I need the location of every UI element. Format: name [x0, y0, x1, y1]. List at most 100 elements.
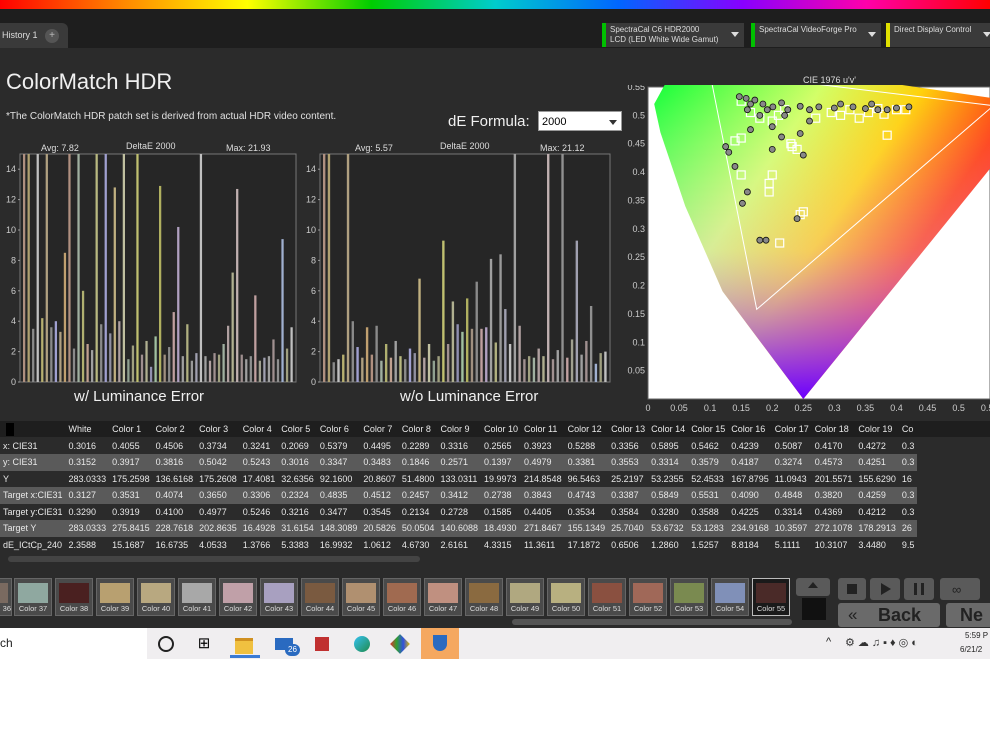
clock-time: 5:59 P: [965, 631, 989, 640]
display-dropdown[interactable]: Direct Display Control: [886, 23, 990, 47]
table-cell: 0.3387: [608, 487, 649, 504]
generator-dropdown[interactable]: SpectraCal VideoForge Pro: [751, 23, 881, 47]
chart2-bar: [523, 359, 526, 382]
chevron-down-icon: [731, 32, 739, 37]
color-swatch[interactable]: Color 38: [55, 578, 93, 616]
color-swatch[interactable]: Color 53: [670, 578, 708, 616]
next-button[interactable]: Ne: [946, 603, 990, 627]
taskbar-search[interactable]: ch: [0, 628, 147, 659]
stop-button[interactable]: [838, 578, 866, 600]
table-cell: 8.8184: [731, 539, 759, 550]
swatch-label: Color 44: [305, 604, 335, 613]
color-swatch[interactable]: Color 37: [14, 578, 52, 616]
tray-chevron-up-icon[interactable]: ^: [826, 636, 831, 648]
table-cell: 0.5243: [239, 454, 279, 471]
chart1-bar: [77, 154, 80, 382]
cie-measured-point: [868, 100, 876, 108]
add-tab-button[interactable]: +: [45, 29, 59, 43]
cie-ytick: 0.55: [627, 85, 645, 92]
chart2-bar: [518, 325, 521, 382]
color-swatch[interactable]: Color 43: [260, 578, 298, 616]
color-swatch[interactable]: Color 40: [137, 578, 175, 616]
color-swatch[interactable]: Color 51: [588, 578, 626, 616]
chart1-bar: [272, 339, 275, 382]
cortana-icon[interactable]: [154, 632, 178, 656]
chart1-bar: [100, 324, 103, 382]
chart2-bar: [599, 353, 602, 382]
table-cell: 0.3: [898, 487, 918, 504]
tray-icons[interactable]: ⚙☁♫▪♦◎◐: [845, 636, 921, 649]
chart1-bar: [136, 154, 139, 382]
patch-note: *The ColorMatch HDR patch set is derived…: [6, 111, 337, 122]
table-row: y: CIE31 0.3152 0.3917 0.3816 0.5042 0.5243 0.…: [0, 454, 918, 471]
chart2-bar: [547, 154, 550, 382]
loop-button[interactable]: ∞: [940, 578, 980, 600]
color-swatch[interactable]: Color 45: [342, 578, 380, 616]
meter-dropdown[interactable]: SpectraCal C6 HDR2000 LCD (LED White Wid…: [602, 23, 744, 47]
edge-icon[interactable]: [350, 632, 374, 656]
table-cell: 0.3274: [771, 454, 812, 471]
color-swatch[interactable]: Color 50: [547, 578, 585, 616]
column-header: Color 7: [363, 424, 393, 435]
table-cell: 0.3584: [611, 506, 639, 517]
table-cell: 0.5895: [651, 440, 679, 451]
file-explorer-icon[interactable]: [232, 632, 256, 656]
table-row: Target y:CIE31 0.3290 0.3919 0.4100 0.4977 0.…: [0, 504, 917, 521]
table-cell: Target x:CIE31: [0, 487, 66, 504]
chart1-bar: [186, 324, 189, 382]
swatch-label: Color 40: [141, 604, 171, 613]
gift-icon[interactable]: [310, 632, 334, 656]
swatch-label: Color 54: [715, 604, 745, 613]
table-cell: 0.3412: [437, 487, 481, 504]
play-button[interactable]: [870, 578, 900, 600]
chart1-bar: [145, 340, 148, 382]
security-app-tile[interactable]: [421, 628, 459, 659]
table-cell: 148.3089: [316, 520, 361, 537]
chart2-bar: [375, 325, 378, 382]
swatch-label: Color 53: [674, 604, 704, 613]
chart2-bar: [351, 321, 354, 382]
swatch-label: Color 48: [469, 604, 499, 613]
table-cell: 0.5246: [242, 506, 271, 517]
cie-measured-point: [763, 106, 771, 114]
color-swatch[interactable]: Color 39: [96, 578, 134, 616]
table-cell: 175.2608: [199, 473, 237, 484]
pause-button[interactable]: [904, 578, 934, 600]
table-cell: 0.4055: [112, 440, 140, 451]
back-button[interactable]: « Back: [838, 603, 940, 627]
swatch-chip: [428, 583, 458, 603]
table-scrollbar[interactable]: [8, 556, 420, 562]
color-swatch[interactable]: Color 47: [424, 578, 462, 616]
cie-measured-point: [756, 236, 764, 244]
chart1-bar: [236, 188, 239, 382]
table-cell: 16.6735: [155, 539, 189, 550]
chart2-bar: [466, 298, 469, 382]
calman-icon[interactable]: [388, 632, 412, 656]
chart2-bar: [327, 154, 331, 382]
chevron-down-icon: [868, 32, 876, 37]
color-swatch[interactable]: Color 55: [752, 578, 790, 616]
color-swatch[interactable]: Color 54: [711, 578, 749, 616]
cie-measured-point: [815, 103, 823, 111]
swatch-chip: [18, 583, 48, 603]
color-swatch[interactable]: Color 52: [629, 578, 667, 616]
chart2-bar: [418, 278, 421, 382]
chart2-bar: [594, 363, 598, 382]
table-cell: 0.3579: [688, 454, 729, 471]
task-view-icon[interactable]: ⊞: [192, 632, 216, 656]
color-swatch[interactable]: Color 42: [219, 578, 257, 616]
de-formula-value: 2000: [542, 116, 567, 128]
color-swatch[interactable]: Color 46: [383, 578, 421, 616]
swatch-scrollbar[interactable]: [512, 619, 792, 625]
table-cell: 283.0333: [65, 520, 110, 537]
cie-measured-point: [849, 103, 857, 111]
color-swatch[interactable]: 36: [0, 578, 12, 616]
color-swatch[interactable]: Color 41: [178, 578, 216, 616]
color-swatch[interactable]: Color 49: [506, 578, 544, 616]
up-button[interactable]: [796, 578, 830, 596]
color-swatch[interactable]: Color 48: [465, 578, 503, 616]
color-swatch[interactable]: Color 44: [301, 578, 339, 616]
table-cell: 0.3314: [648, 454, 689, 471]
de-formula-select[interactable]: 2000: [538, 111, 622, 131]
table-cell: 0.4090: [728, 487, 772, 504]
